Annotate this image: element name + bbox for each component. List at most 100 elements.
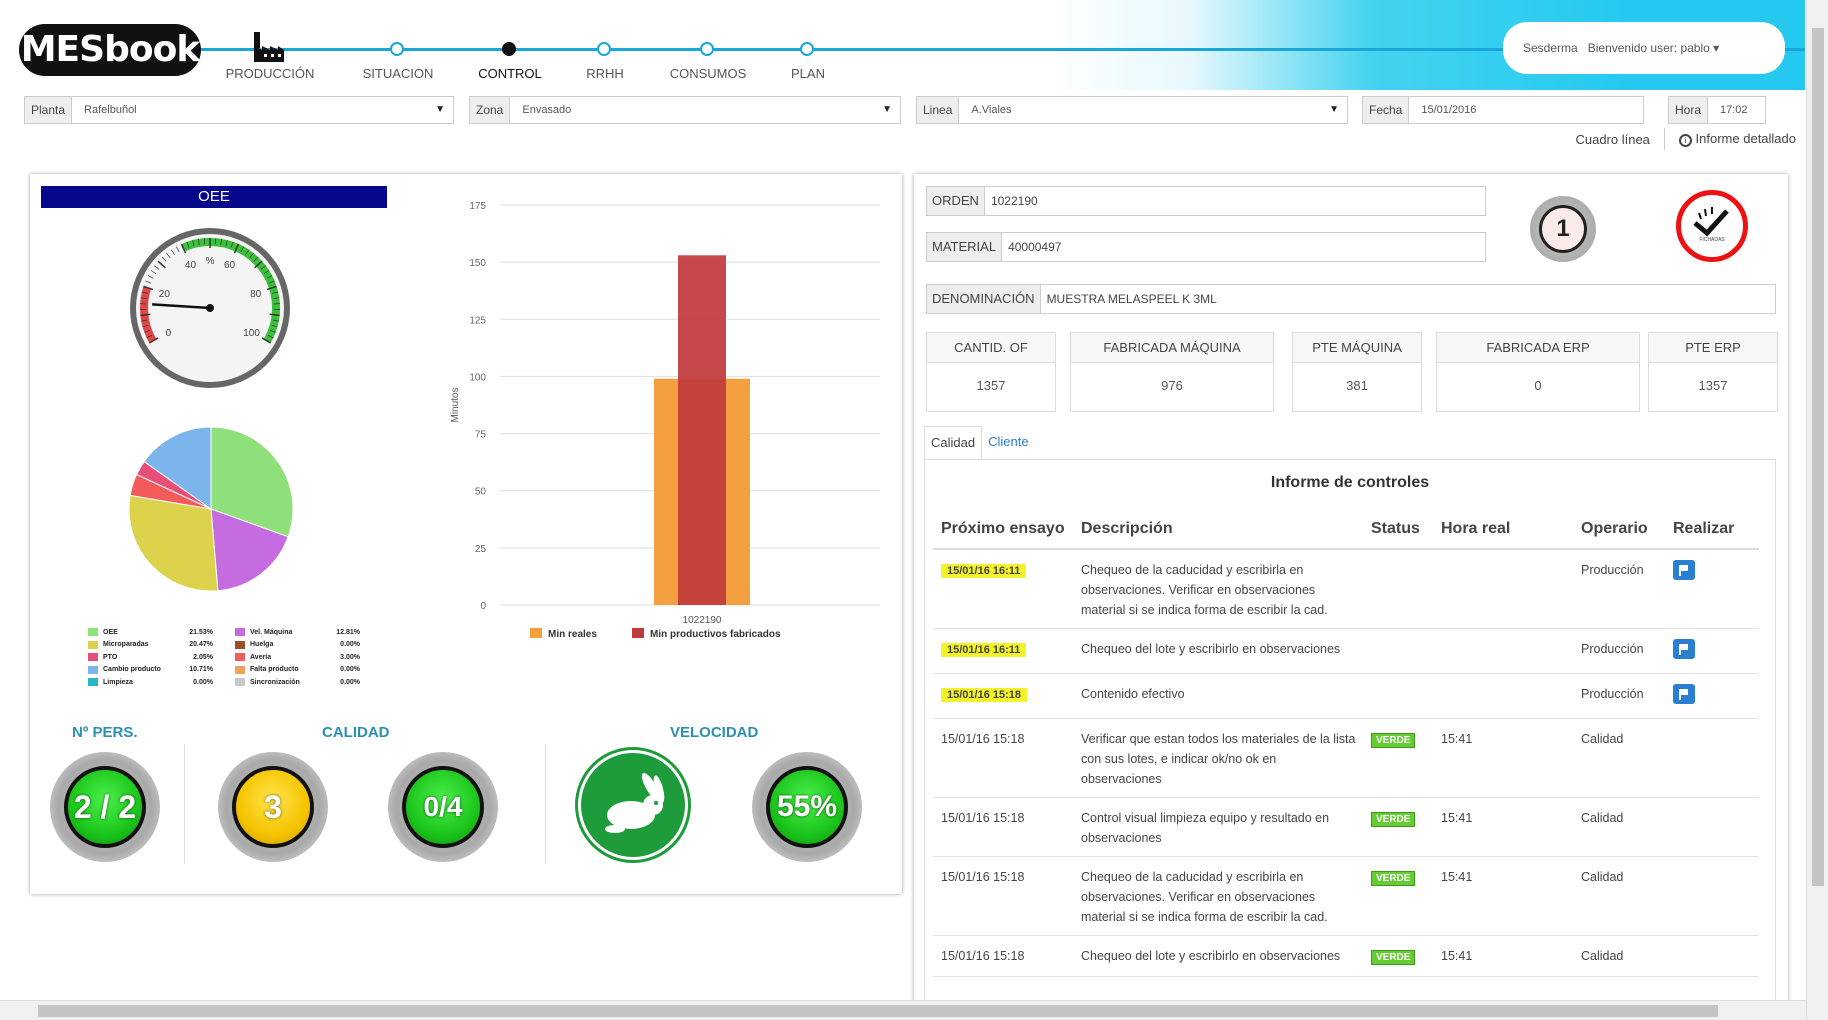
legend-name: Avería bbox=[250, 653, 272, 661]
col-descripcion: Descripción bbox=[1073, 514, 1363, 550]
tab-calidad[interactable]: Calidad bbox=[924, 426, 983, 459]
stat-label: CANTID. OF bbox=[927, 333, 1055, 363]
fichadas-button[interactable]: FICHADAS bbox=[1676, 190, 1748, 262]
mesbook-logo[interactable]: MESbook bbox=[19, 24, 201, 76]
cell-status bbox=[1363, 628, 1433, 674]
legend-swatch bbox=[235, 653, 245, 662]
cell-status: VERDE bbox=[1363, 797, 1433, 857]
stat-box: PTE MÁQUINA 381 bbox=[1292, 332, 1422, 412]
status-badge: VERDE bbox=[1371, 871, 1416, 886]
legend-swatch bbox=[632, 628, 644, 638]
legend-row: OEE 21.53% Vel. Máquina 12.81% bbox=[88, 626, 382, 639]
pie-slice-microparadas bbox=[128, 494, 219, 592]
horizontal-scrollbar[interactable] bbox=[0, 1000, 1806, 1020]
zona-select[interactable]: Zona Envasado ▼ bbox=[469, 96, 901, 124]
scroll-thumb[interactable] bbox=[38, 1005, 1718, 1017]
gauge-label: 20 bbox=[159, 289, 171, 300]
stat-box: FABRICADA ERP 0 bbox=[1436, 332, 1640, 412]
pers-title: Nº PERS. bbox=[72, 724, 138, 741]
legend-swatch bbox=[88, 640, 98, 649]
calidad-title: CALIDAD bbox=[322, 724, 390, 741]
legend-label: Min reales bbox=[548, 629, 597, 640]
material-value: 40000497 bbox=[1008, 240, 1062, 254]
order-count-badge[interactable]: 1 bbox=[1530, 196, 1596, 262]
legend-pct: 0.00% bbox=[340, 641, 360, 649]
caret-down-icon: ▾ bbox=[1713, 41, 1720, 55]
legend-name: Cambio producto bbox=[103, 666, 161, 674]
informe-detallado-link[interactable]: i Informe detallado bbox=[1678, 131, 1796, 147]
cuadro-linea-link[interactable]: Cuadro línea bbox=[1575, 132, 1649, 147]
tabs: Calidad Cliente bbox=[924, 426, 1035, 459]
factory-icon bbox=[254, 32, 284, 62]
cell-operario: Producción bbox=[1573, 549, 1665, 629]
linea-value: A.Viales bbox=[971, 104, 1012, 116]
cell-operario: Producción bbox=[1573, 673, 1665, 719]
step-label: PLAN bbox=[791, 66, 825, 81]
app-root: MESbook PRODUCCIÓN SITUACION CONTROL RRHH CO… bbox=[0, 0, 1828, 1020]
step-label: PRODUCCIÓN bbox=[225, 66, 315, 81]
company-name: Sesderma bbox=[1523, 41, 1578, 55]
cell-status: VERDE bbox=[1363, 935, 1433, 977]
flag-icon[interactable] bbox=[1673, 560, 1695, 580]
calidad-ratio-indicator[interactable]: 0/4 bbox=[388, 752, 498, 862]
report-title: Informe de controles bbox=[1270, 474, 1430, 491]
date-value: 15/01/16 16:11 bbox=[941, 643, 1027, 657]
tab-cliente[interactable]: Cliente bbox=[982, 426, 1034, 459]
date-value: 15/01/16 15:18 bbox=[941, 732, 1025, 746]
stat-value: 976 bbox=[1161, 378, 1183, 393]
divider bbox=[1663, 128, 1665, 150]
gauge-label: 80 bbox=[250, 289, 262, 300]
y-tick-label: 50 bbox=[475, 487, 487, 498]
denominacion-field[interactable]: DENOMINACIÓN MUESTRA MELASPEEL K 3ML bbox=[926, 284, 1776, 314]
legend-pct: 0.00% bbox=[340, 678, 360, 686]
flag-icon[interactable] bbox=[1673, 684, 1695, 704]
cell-date: 15/01/16 16:11 bbox=[933, 549, 1073, 629]
planta-select[interactable]: Planta Rafelbuñol ▼ bbox=[24, 96, 454, 124]
pers-indicator[interactable]: 2 / 2 bbox=[50, 752, 160, 862]
user-box[interactable]: Sesderma Bienvenido user: pablo ▾ bbox=[1503, 22, 1785, 74]
cell-desc: Control visual limpieza equipo y resulta… bbox=[1073, 797, 1363, 857]
velocidad-indicator[interactable]: 55% bbox=[752, 752, 862, 862]
speed-rabbit-icon[interactable] bbox=[578, 750, 688, 860]
orden-field[interactable]: ORDEN 1022190 bbox=[926, 186, 1486, 216]
vertical-scrollbar[interactable] bbox=[1806, 0, 1828, 1020]
legend-label: Min productivos fabricados bbox=[650, 629, 781, 640]
cell-status: VERDE bbox=[1363, 718, 1433, 798]
scroll-thumb[interactable] bbox=[1812, 28, 1824, 886]
y-axis-label: Minutos bbox=[450, 387, 461, 422]
cell-date: 15/01/16 15:18 bbox=[933, 718, 1073, 798]
welcome-user[interactable]: Bienvenido user: pablo bbox=[1588, 41, 1710, 55]
legend-swatch bbox=[88, 653, 98, 662]
cell-hora bbox=[1433, 628, 1573, 674]
orden-value: 1022190 bbox=[990, 194, 1038, 208]
step-dot bbox=[390, 42, 404, 56]
step-label: CONSUMOS bbox=[669, 66, 747, 81]
gauge-label: 40 bbox=[185, 260, 197, 271]
legend-pct: 0.00% bbox=[340, 666, 360, 674]
table-row: 15/01/16 15:18 Chequeo del lote y escribi… bbox=[933, 935, 1759, 977]
legend-pct: 3.00% bbox=[340, 653, 360, 661]
fecha-field[interactable]: Fecha 15/01/2016 bbox=[1362, 96, 1644, 124]
hora-field[interactable]: Hora 17:02 bbox=[1668, 96, 1766, 124]
gauge-label: % bbox=[206, 256, 215, 267]
cell-hora: 15:41 bbox=[1433, 856, 1573, 936]
stat-box: PTE ERP 1357 bbox=[1648, 332, 1778, 412]
stat-box: FABRICADA MÁQUINA 976 bbox=[1070, 332, 1274, 412]
fecha-label: Fecha bbox=[1363, 97, 1410, 123]
gauge-label: 60 bbox=[224, 260, 236, 271]
material-field[interactable]: MATERIAL 40000497 bbox=[926, 232, 1486, 262]
flag-icon[interactable] bbox=[1673, 639, 1695, 659]
badge-value: 1 bbox=[1539, 205, 1587, 253]
col-realizar: Realizar bbox=[1665, 514, 1759, 550]
y-tick-label: 125 bbox=[469, 315, 486, 326]
table-row: 15/01/16 15:18 Control visual limpieza eq… bbox=[933, 797, 1759, 857]
linea-select[interactable]: Linea A.Viales ▼ bbox=[916, 96, 1348, 124]
y-tick-label: 150 bbox=[469, 258, 486, 269]
stat-label: PTE MÁQUINA bbox=[1293, 333, 1421, 363]
table-row: 15/01/16 16:11 Chequeo de la caducidad y … bbox=[933, 549, 1759, 629]
legend-pct: 21.53% bbox=[189, 628, 213, 636]
calidad-ratio-value: 0/4 bbox=[402, 766, 484, 848]
calidad-indicator[interactable]: 3 bbox=[218, 752, 328, 862]
cell-status bbox=[1363, 549, 1433, 629]
legend-pct: 2.05% bbox=[193, 653, 213, 661]
